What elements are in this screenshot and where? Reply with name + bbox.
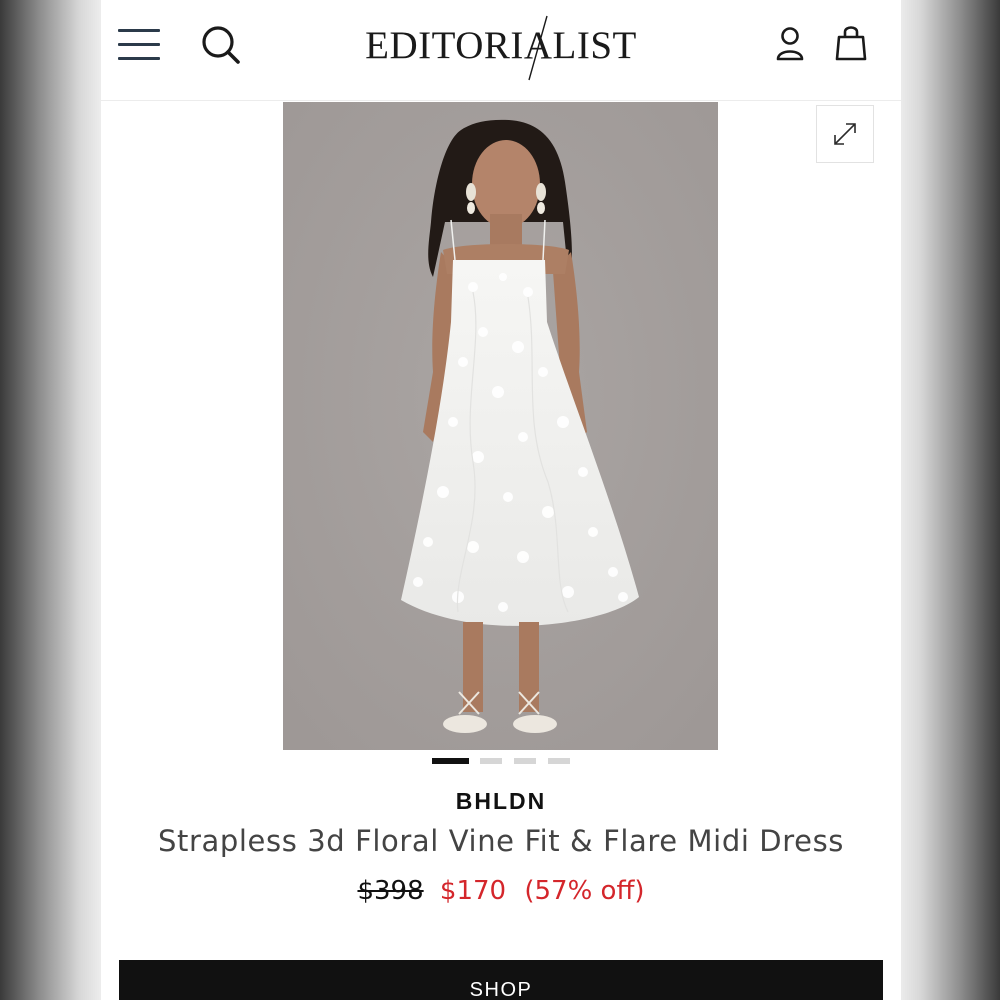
hamburger-menu-icon xyxy=(118,29,160,32)
shopping-bag-icon xyxy=(835,26,867,61)
menu-button[interactable] xyxy=(118,27,162,63)
account-button[interactable] xyxy=(775,26,805,62)
sale-price: $170 xyxy=(439,876,507,906)
site-header: EDITORIALIST xyxy=(101,0,901,101)
price-row: $398 $170 (57% off) xyxy=(101,876,901,906)
original-price: $398 xyxy=(357,876,424,906)
user-icon xyxy=(776,27,804,61)
search-button[interactable] xyxy=(200,24,242,66)
dress-photo-illustration xyxy=(283,102,718,750)
product-title: Strapless 3d Floral Vine Fit & Flare Mid… xyxy=(158,824,844,858)
expand-icon xyxy=(834,123,856,145)
image-carousel-indicators xyxy=(432,758,572,766)
search-icon xyxy=(202,26,240,64)
hamburger-menu-icon xyxy=(118,57,160,60)
shop-button[interactable]: SHOP xyxy=(119,960,883,1000)
carousel-dot[interactable] xyxy=(514,758,536,764)
expand-image-button[interactable] xyxy=(816,105,874,163)
carousel-dot-active[interactable] xyxy=(432,758,469,764)
logo-text: EDITORIALIST xyxy=(365,24,637,67)
site-logo[interactable]: EDITORIALIST xyxy=(345,15,657,81)
product-brand[interactable]: BHLDN xyxy=(101,788,901,815)
product-image[interactable] xyxy=(283,102,718,750)
hamburger-menu-icon xyxy=(118,43,160,46)
product-page: EDITORIALIST BHLDN Strapless 3d Floral V… xyxy=(101,0,901,1000)
shopping-bag-button[interactable] xyxy=(835,24,867,62)
carousel-dot[interactable] xyxy=(548,758,570,764)
shop-button-label: SHOP xyxy=(469,979,533,1000)
logo-slash-mark xyxy=(528,15,548,81)
discount-percent: (57% off) xyxy=(524,876,645,906)
carousel-dot[interactable] xyxy=(480,758,502,764)
